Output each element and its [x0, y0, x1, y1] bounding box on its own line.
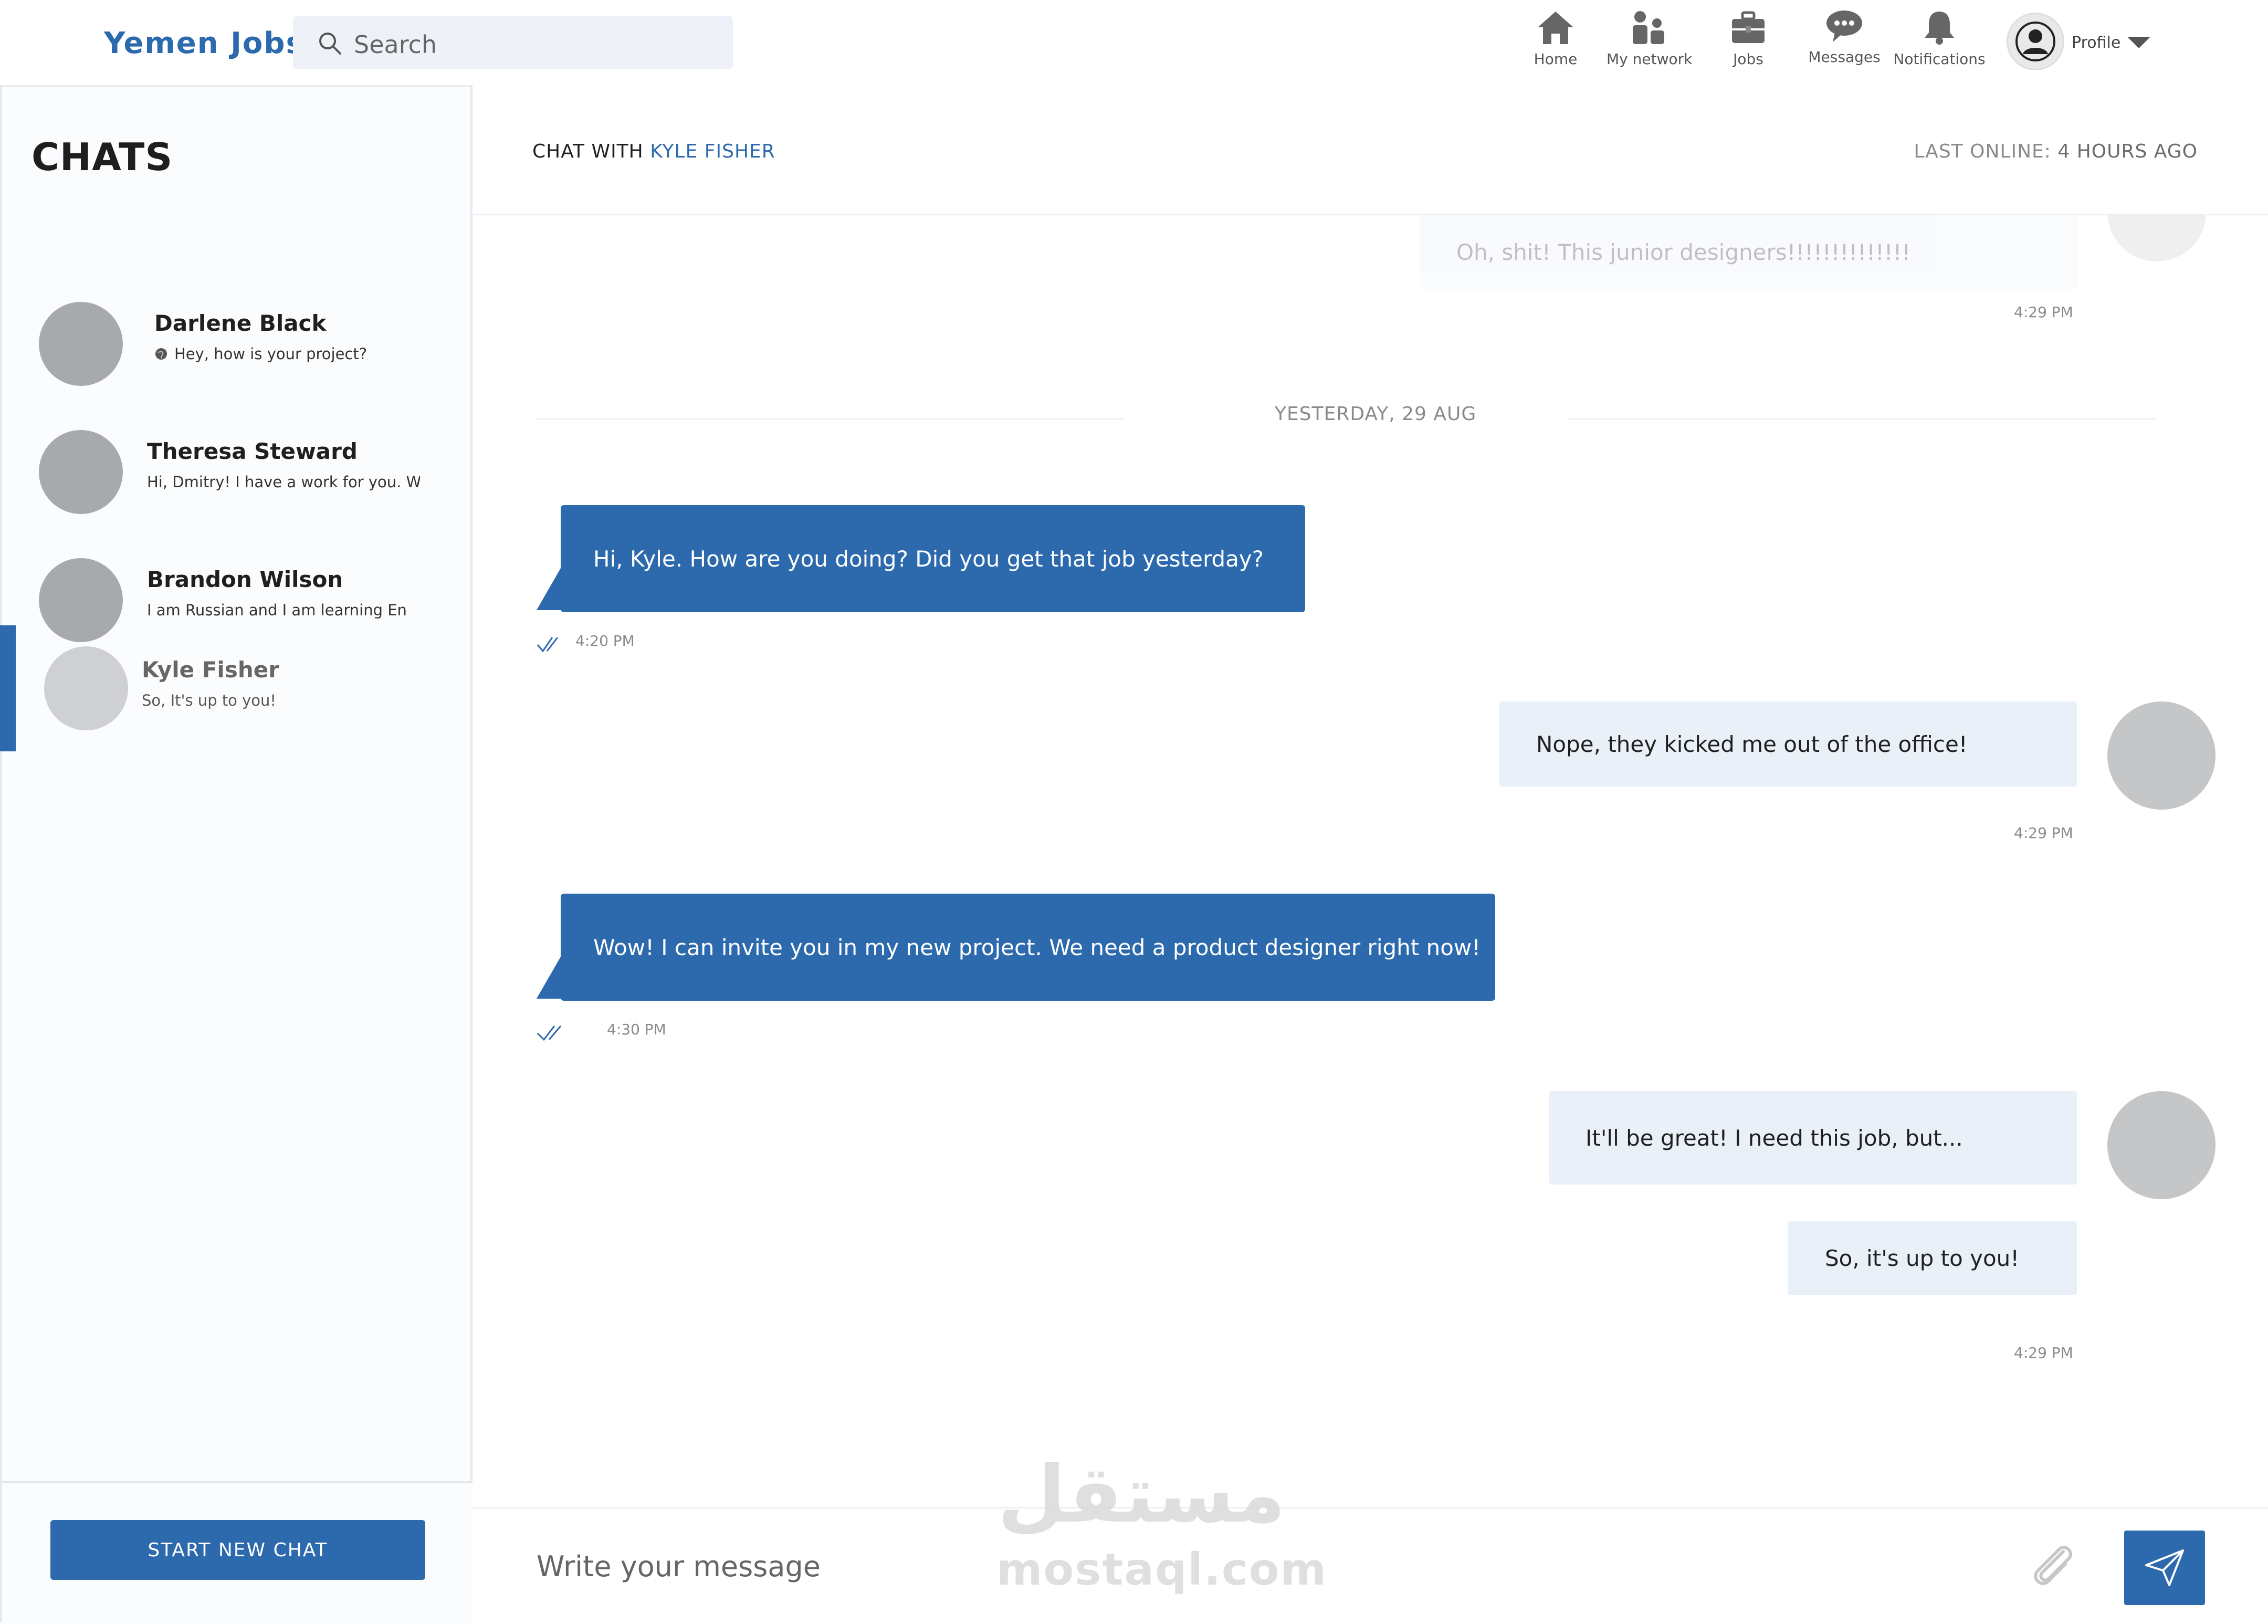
message-incoming: So, it's up to you! — [1788, 1221, 2077, 1295]
start-new-chat-button[interactable]: START NEW CHAT — [50, 1520, 425, 1580]
logo[interactable]: Yemen Jobs — [104, 26, 304, 60]
message-time: 4:30 PM — [607, 1021, 666, 1038]
last-online-status: LAST ONLINE: 4 HOURS AGO — [1914, 141, 2198, 162]
avatar — [2107, 215, 2206, 261]
search-placeholder: Search — [354, 30, 437, 59]
user-silhouette-icon — [2015, 22, 2055, 61]
nav-home[interactable]: Home — [1522, 9, 1589, 78]
profile-label[interactable]: Profile — [2072, 34, 2120, 52]
avatar — [39, 302, 123, 386]
avatar — [39, 430, 123, 514]
chat-with-prefix: CHAT WITH — [532, 141, 644, 162]
briefcase-icon — [1732, 11, 1765, 43]
nav-home-label: Home — [1534, 50, 1578, 68]
message-time: 4:20 PM — [575, 632, 635, 649]
watermark-latin: mostaql.com — [996, 1544, 1327, 1595]
nav-jobs-label: Jobs — [1733, 50, 1763, 68]
chat-list-item-darlene-black[interactable]: Darlene Black Hey, how is your project? — [2, 281, 472, 407]
message-time: 4:29 PM — [2014, 1344, 2073, 1361]
chat-name: Theresa Steward — [147, 438, 358, 464]
date-separator: YESTERDAY, 29 AUG — [1275, 403, 1477, 425]
nav-messages-label: Messages — [1808, 48, 1881, 66]
divider — [536, 418, 1124, 420]
chat-name: Kyle Fisher — [142, 657, 279, 683]
chat-header: CHAT WITH KYLE FISHER LAST ONLINE: 4 HOU… — [472, 85, 2268, 215]
chat-name: Darlene Black — [154, 310, 327, 336]
nav-notifications-label: Notifications — [1893, 50, 1986, 68]
globe-icon — [155, 348, 167, 360]
message-text: Nope, they kicked me out of the office! — [1536, 731, 1968, 757]
last-online-value: 4 HOURS AGO — [2057, 141, 2198, 162]
message-outgoing: Hi, Kyle. How are you doing? Did you get… — [561, 505, 1305, 612]
message-time: 4:29 PM — [2014, 303, 2073, 321]
divider — [1568, 418, 2156, 420]
message-text: So, it's up to you! — [1825, 1245, 2020, 1271]
nav-my-network[interactable]: My network — [1606, 9, 1693, 78]
chat-preview: Hey, how is your project? — [174, 345, 368, 363]
message-text: It'll be great! I need this job, but... — [1586, 1125, 1963, 1151]
avatar — [2107, 1091, 2216, 1199]
chat-list-item-kyle-fisher[interactable]: Kyle Fisher So, It's up to you! — [0, 625, 472, 751]
message-thread[interactable]: Oh, shit! This junior designers!!!!!!!!!… — [472, 215, 2268, 1507]
bubble-tail — [537, 568, 561, 610]
chat-name: Brandon Wilson — [147, 567, 343, 592]
chat-bubble-icon — [1826, 11, 1862, 42]
chat-with-name[interactable]: KYLE FISHER — [650, 141, 775, 162]
profile-avatar[interactable] — [2007, 13, 2064, 70]
avatar — [44, 646, 128, 730]
send-button[interactable] — [2124, 1531, 2205, 1605]
message-composer — [472, 1507, 2268, 1622]
chat-sidebar: CHATS Darlene Black Hey, how is your pro… — [0, 85, 472, 1624]
nav-my-network-label: My network — [1606, 50, 1693, 68]
chats-title: CHATS — [32, 135, 173, 179]
bubble-tail — [537, 957, 561, 999]
message-incoming: Nope, they kicked me out of the office! — [1499, 701, 2077, 787]
people-icon — [1633, 11, 1664, 44]
chat-list-item-theresa-steward[interactable]: Theresa Steward Hi, Dmitry! I have a wor… — [2, 409, 472, 535]
message-incoming: Oh, shit! This junior designers!!!!!!!!!… — [1420, 215, 2077, 289]
sidebar-footer: START NEW CHAT — [2, 1481, 472, 1624]
chat-preview: So, It's up to you! — [142, 691, 277, 709]
paperclip-icon[interactable] — [2026, 1540, 2077, 1592]
message-outgoing: Wow! I can invite you in my new project.… — [561, 894, 1495, 1001]
avatar — [2107, 701, 2216, 810]
search-box[interactable]: Search — [293, 16, 733, 69]
message-time: 4:29 PM — [2014, 824, 2073, 842]
search-icon — [319, 33, 341, 55]
chat-with-label: CHAT WITH KYLE FISHER — [532, 141, 775, 162]
last-online-label: LAST ONLINE: — [1914, 141, 2051, 162]
watermark-arabic: مستقل — [998, 1449, 1286, 1541]
double-check-icon — [537, 1025, 562, 1041]
message-text: Wow! I can invite you in my new project.… — [593, 934, 1481, 960]
message-text: Hi, Kyle. How are you doing? Did you get… — [593, 546, 1264, 572]
top-navbar: Yemen Jobs Search Home My network Jobs M… — [0, 0, 2268, 85]
double-check-icon — [537, 637, 559, 653]
nav-jobs[interactable]: Jobs — [1722, 9, 1774, 78]
message-incoming: It'll be great! I need this job, but... — [1549, 1091, 2077, 1185]
chat-preview: Hi, Dmitry! I have a work for you. W — [147, 473, 420, 491]
active-chat-indicator — [0, 625, 16, 751]
send-icon — [2145, 1549, 2184, 1586]
nav-notifications[interactable]: Notifications — [1892, 9, 1987, 78]
nav-messages[interactable]: Messages — [1805, 9, 1884, 78]
message-text: Oh, shit! This junior designers!!!!!!!!!… — [1456, 239, 1911, 265]
chat-preview: I am Russian and I am learning En — [147, 601, 407, 619]
home-icon — [1538, 12, 1573, 44]
bell-icon — [1925, 12, 1954, 45]
chevron-down-icon[interactable] — [2127, 37, 2150, 48]
